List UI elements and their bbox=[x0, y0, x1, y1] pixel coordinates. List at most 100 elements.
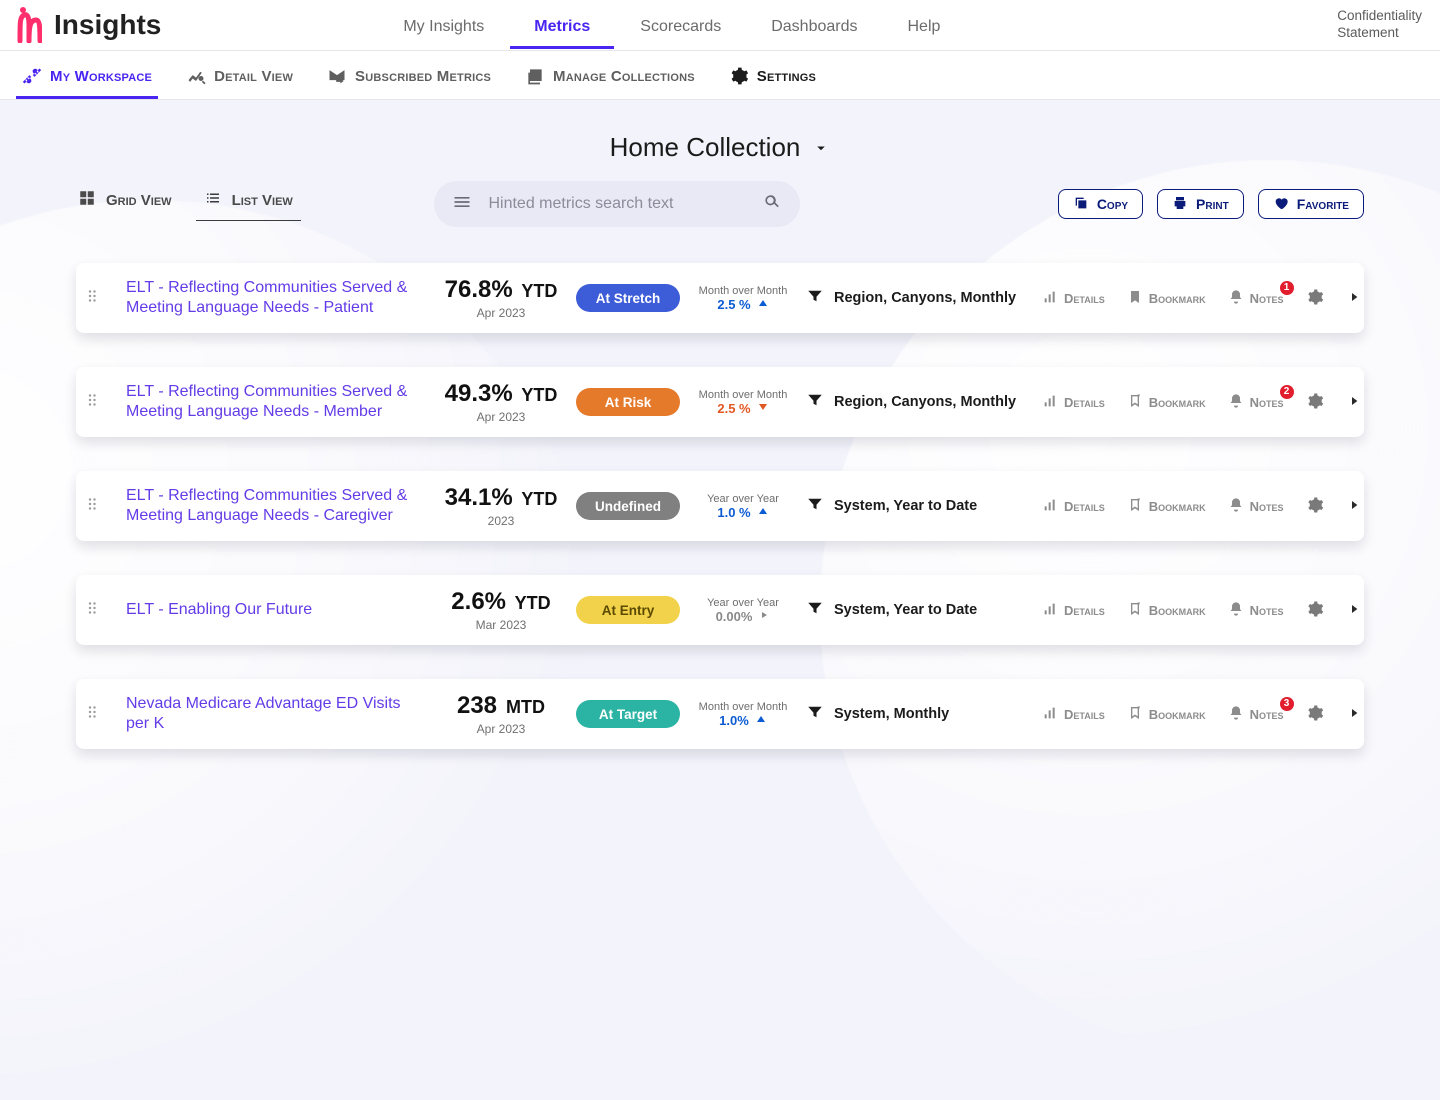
trend-direction-icon bbox=[757, 505, 769, 520]
tab-manage-label: Manage Collections bbox=[553, 68, 695, 85]
trend-value: 1.0% bbox=[719, 713, 749, 728]
metric-title-link[interactable]: ELT - Reflecting Communities Served & Me… bbox=[126, 278, 426, 318]
row-settings-button[interactable] bbox=[1306, 496, 1324, 517]
metric-title-link[interactable]: Nevada Medicare Advantage ED Visits per … bbox=[126, 694, 426, 734]
search-input[interactable] bbox=[486, 194, 748, 214]
trend: Month over Month 2.5 % bbox=[680, 285, 806, 312]
metric-title-link[interactable]: ELT - Reflecting Communities Served & Me… bbox=[126, 486, 426, 526]
filter-icon bbox=[806, 703, 824, 725]
trend-value-row: 2.5 % bbox=[717, 401, 768, 416]
details-button[interactable]: Details bbox=[1042, 289, 1105, 308]
metric-date: Apr 2023 bbox=[477, 306, 526, 320]
expand-row-button[interactable] bbox=[1346, 289, 1362, 308]
grid-view-button[interactable]: Grid View bbox=[76, 189, 174, 219]
grid-view-label: Grid View bbox=[106, 192, 172, 209]
bookmark-icon bbox=[1127, 705, 1143, 724]
notes-button[interactable]: Notes bbox=[1228, 497, 1284, 516]
drag-handle-icon[interactable] bbox=[84, 287, 126, 310]
drag-handle-icon[interactable] bbox=[84, 599, 126, 622]
filter-text: Region, Canyons, Monthly bbox=[834, 394, 1016, 410]
metric-title-link[interactable]: ELT - Enabling Our Future bbox=[126, 600, 426, 620]
drag-handle-icon[interactable] bbox=[84, 703, 126, 726]
bookmark-label: Bookmark bbox=[1149, 707, 1206, 722]
filter[interactable]: System, Year to Date bbox=[806, 495, 1042, 517]
drag-handle-icon[interactable] bbox=[84, 391, 126, 414]
search[interactable] bbox=[434, 181, 800, 227]
bookmark-button[interactable]: Bookmark bbox=[1127, 289, 1206, 308]
menu-icon[interactable] bbox=[452, 192, 472, 217]
nav-metrics[interactable]: Metrics bbox=[532, 5, 592, 46]
row-actions: Details Bookmark Notes bbox=[1042, 496, 1362, 517]
actions: Copy Print Favorite bbox=[1058, 189, 1364, 219]
bars-icon bbox=[1042, 393, 1058, 412]
drag-handle-icon[interactable] bbox=[84, 495, 126, 518]
filter[interactable]: Region, Canyons, Monthly bbox=[806, 391, 1042, 413]
row-actions: Details Bookmark Notes 2 bbox=[1042, 392, 1362, 413]
notes-button[interactable]: Notes 2 bbox=[1228, 393, 1284, 412]
confidentiality-link[interactable]: Confidentiality Statement bbox=[1337, 8, 1422, 42]
gear-icon bbox=[1306, 704, 1324, 725]
expand-row-button[interactable] bbox=[1346, 393, 1362, 412]
expand-row-button[interactable] bbox=[1346, 705, 1362, 724]
favorite-button[interactable]: Favorite bbox=[1258, 189, 1364, 219]
filter-text: System, Year to Date bbox=[834, 602, 977, 618]
bookmark-icon bbox=[1127, 289, 1143, 308]
search-icon[interactable] bbox=[762, 192, 782, 217]
gear-icon bbox=[1306, 600, 1324, 621]
notes-button[interactable]: Notes 3 bbox=[1228, 705, 1284, 724]
trend-direction-icon bbox=[755, 713, 767, 728]
details-button[interactable]: Details bbox=[1042, 705, 1105, 724]
bookmark-label: Bookmark bbox=[1149, 395, 1206, 410]
tab-detail-view[interactable]: Detail View bbox=[184, 54, 295, 96]
nav-my-insights[interactable]: My Insights bbox=[401, 5, 486, 46]
grid-icon bbox=[78, 189, 96, 211]
nav-dashboards[interactable]: Dashboards bbox=[769, 5, 859, 46]
expand-row-button[interactable] bbox=[1346, 497, 1362, 516]
tab-subscribed-metrics[interactable]: Subscribed Metrics bbox=[325, 54, 493, 96]
notes-label: Notes bbox=[1250, 499, 1284, 514]
nav-scorecards[interactable]: Scorecards bbox=[638, 5, 723, 46]
trend-value: 0.00% bbox=[716, 609, 753, 624]
tab-my-workspace[interactable]: My Workspace bbox=[20, 54, 154, 96]
details-button[interactable]: Details bbox=[1042, 393, 1105, 412]
row-settings-button[interactable] bbox=[1306, 288, 1324, 309]
page: Home Collection Grid View List View bbox=[0, 100, 1440, 789]
list-view-label: List View bbox=[232, 192, 293, 209]
print-button[interactable]: Print bbox=[1157, 189, 1244, 219]
notes-button[interactable]: Notes 1 bbox=[1228, 289, 1284, 308]
metric-value: 49.3% bbox=[445, 380, 513, 407]
nav-help[interactable]: Help bbox=[906, 5, 943, 46]
bookmark-label: Bookmark bbox=[1149, 499, 1206, 514]
bookmark-button[interactable]: Bookmark bbox=[1127, 497, 1206, 516]
copy-icon bbox=[1073, 195, 1089, 214]
trend: Month over Month 2.5 % bbox=[680, 389, 806, 416]
brand-logo-icon bbox=[14, 7, 42, 43]
metric-title-link[interactable]: ELT - Reflecting Communities Served & Me… bbox=[126, 382, 426, 422]
notes-count-badge: 1 bbox=[1280, 281, 1294, 295]
bookmark-button[interactable]: Bookmark bbox=[1127, 601, 1206, 620]
bell-icon bbox=[1228, 497, 1244, 516]
details-button[interactable]: Details bbox=[1042, 601, 1105, 620]
row-settings-button[interactable] bbox=[1306, 392, 1324, 413]
bookmark-button[interactable]: Bookmark bbox=[1127, 393, 1206, 412]
trend-value-row: 2.5 % bbox=[717, 297, 768, 312]
collection-selector[interactable]: Home Collection bbox=[76, 132, 1364, 163]
filter-icon bbox=[806, 391, 824, 413]
tab-settings[interactable]: Settings bbox=[727, 54, 818, 96]
list-view-button[interactable]: List View bbox=[202, 189, 295, 219]
filter[interactable]: Region, Canyons, Monthly bbox=[806, 287, 1042, 309]
trend-value-row: 0.00% bbox=[716, 609, 771, 624]
bookmark-button[interactable]: Bookmark bbox=[1127, 705, 1206, 724]
trend-value: 1.0 % bbox=[717, 505, 750, 520]
filter[interactable]: System, Year to Date bbox=[806, 599, 1042, 621]
copy-button[interactable]: Copy bbox=[1058, 189, 1143, 219]
tab-manage-collections[interactable]: Manage Collections bbox=[523, 54, 697, 96]
row-settings-button[interactable] bbox=[1306, 600, 1324, 621]
row-settings-button[interactable] bbox=[1306, 704, 1324, 725]
filter[interactable]: System, Monthly bbox=[806, 703, 1042, 725]
topbar: Insights My Insights Metrics Scorecards … bbox=[0, 0, 1440, 51]
details-button[interactable]: Details bbox=[1042, 497, 1105, 516]
notes-button[interactable]: Notes bbox=[1228, 601, 1284, 620]
expand-row-button[interactable] bbox=[1346, 601, 1362, 620]
caret-right-icon bbox=[1346, 705, 1362, 724]
